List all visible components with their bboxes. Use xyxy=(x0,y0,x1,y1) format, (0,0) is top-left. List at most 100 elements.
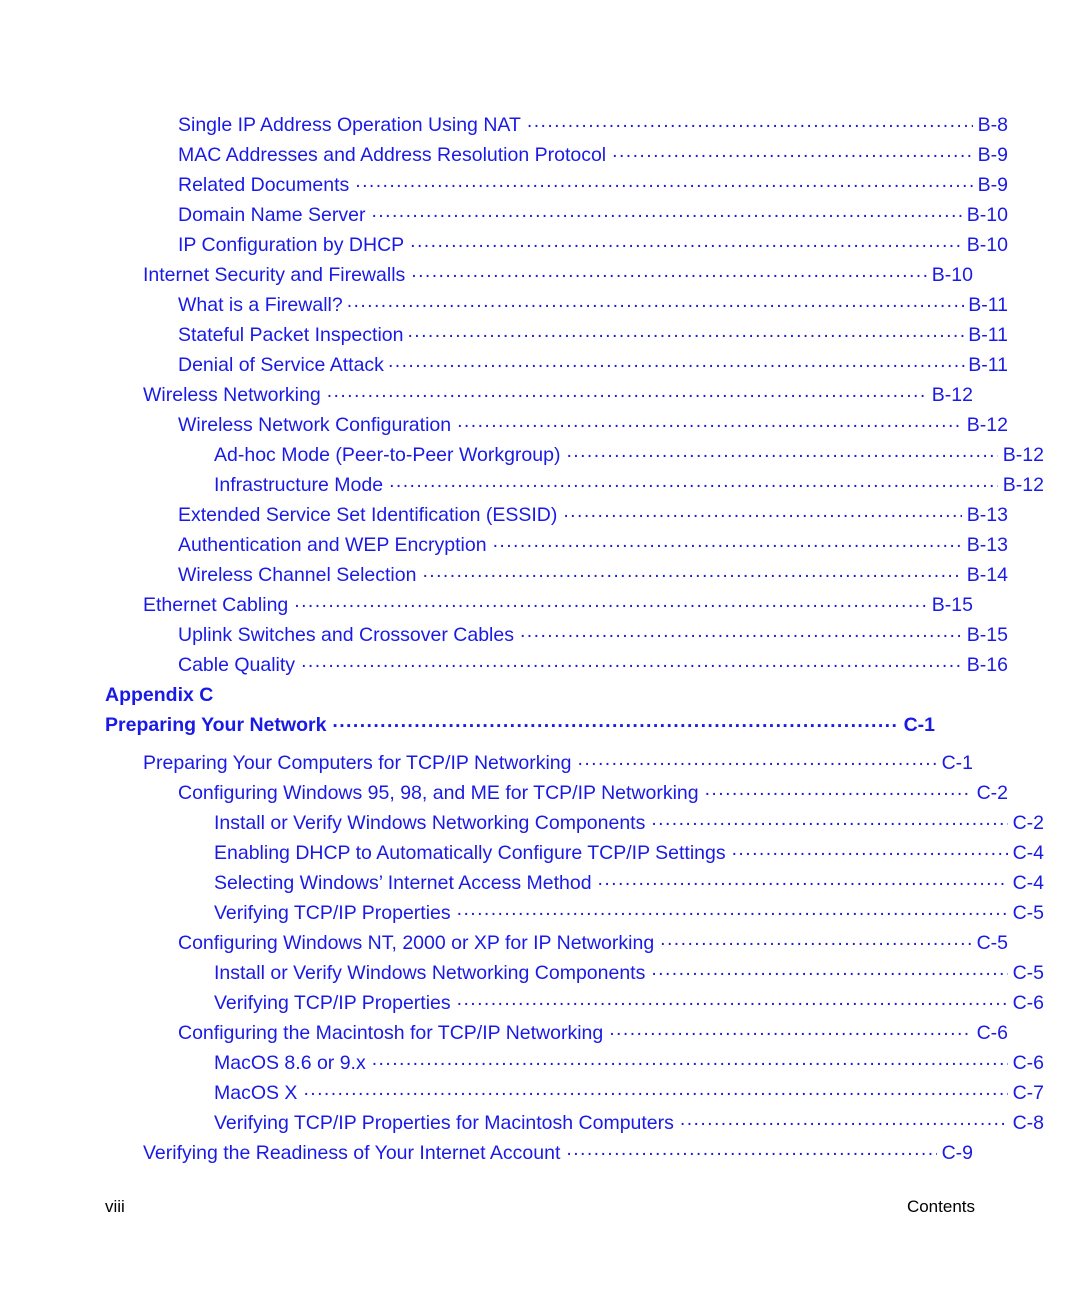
dot-leader xyxy=(422,562,961,582)
toc-entry-title: IP Configuration by DHCP xyxy=(178,234,405,256)
toc-entry-page-number: C-4 xyxy=(1012,872,1044,894)
toc-entry[interactable]: Ethernet Cabling B-15 xyxy=(105,590,973,620)
toc-entry-page-number: B-11 xyxy=(968,324,1008,346)
dot-leader xyxy=(372,1050,1008,1070)
toc-entry[interactable]: Verifying the Readiness of Your Internet… xyxy=(105,1138,973,1168)
toc-entry[interactable]: What is a Firewall? B-11 xyxy=(105,290,1008,320)
dot-leader xyxy=(680,1110,1008,1130)
toc-entry-title: Stateful Packet Inspection xyxy=(178,324,404,346)
toc-entry[interactable]: Configuring Windows 95, 98, and ME for T… xyxy=(105,778,1008,808)
toc-entry-title: Denial of Service Attack xyxy=(178,354,384,376)
toc-entry[interactable]: Preparing Your Computers for TCP/IP Netw… xyxy=(105,748,973,778)
toc-entry[interactable]: MacOS 8.6 or 9.x C-6 xyxy=(105,1048,1044,1078)
toc-entry[interactable]: Verifying TCP/IP Properties C-5 xyxy=(105,898,1044,928)
toc-entry-page-number: B-14 xyxy=(966,564,1008,586)
toc-entry[interactable]: Verifying TCP/IP Properties C-6 xyxy=(105,988,1044,1018)
toc-entry-title: Enabling DHCP to Automatically Configure… xyxy=(214,842,726,864)
toc-entry-page-number: B-10 xyxy=(966,204,1008,226)
toc-entry[interactable]: Single IP Address Operation Using NAT B-8 xyxy=(105,110,1008,140)
dot-leader xyxy=(389,472,998,492)
toc-entry-page-number: B-9 xyxy=(977,144,1008,166)
dot-leader xyxy=(527,112,973,132)
toc-entry-title: Domain Name Server xyxy=(178,204,366,226)
toc-entry-title: Verifying TCP/IP Properties xyxy=(214,902,451,924)
dot-leader xyxy=(294,592,927,612)
toc-entry-list-appendix-c: Preparing Your Computers for TCP/IP Netw… xyxy=(105,748,1044,1168)
toc-entry[interactable]: MacOS X C-7 xyxy=(105,1078,1044,1108)
toc-entry[interactable]: MAC Addresses and Address Resolution Pro… xyxy=(105,140,1008,170)
toc-entry-title: Configuring the Macintosh for TCP/IP Net… xyxy=(178,1022,604,1044)
dot-leader xyxy=(303,1080,1007,1100)
appendix-title-row[interactable]: Preparing Your Network C-1 xyxy=(105,710,935,740)
dot-leader xyxy=(457,900,1008,920)
toc-entry-title: Ad-hoc Mode (Peer-to-Peer Workgroup) xyxy=(214,444,561,466)
toc-entry-page-number: B-15 xyxy=(966,624,1008,646)
toc-entry[interactable]: Internet Security and Firewalls B-10 xyxy=(105,260,973,290)
dot-leader xyxy=(411,262,927,282)
toc-entry-title: Cable Quality xyxy=(178,654,296,676)
toc-entry[interactable]: Enabling DHCP to Automatically Configure… xyxy=(105,838,1044,868)
toc-entry-title: Wireless Channel Selection xyxy=(178,564,417,586)
toc-entry-page-number: B-12 xyxy=(966,414,1008,436)
dot-leader xyxy=(732,840,1008,860)
toc-entry[interactable]: Domain Name Server B-10 xyxy=(105,200,1008,230)
toc-entry[interactable]: Configuring Windows NT, 2000 or XP for I… xyxy=(105,928,1008,958)
toc-entry-page-number: C-6 xyxy=(976,1022,1008,1044)
toc-entry[interactable]: Stateful Packet Inspection B-11 xyxy=(105,320,1008,350)
toc-page: Single IP Address Operation Using NAT B-8… xyxy=(0,0,1080,1296)
toc-entry-page-number: C-9 xyxy=(941,1142,973,1164)
toc-entry[interactable]: Install or Verify Windows Networking Com… xyxy=(105,808,1044,838)
dot-leader xyxy=(332,712,898,732)
folio-page-number: viii xyxy=(105,1197,125,1216)
toc-entry-page-number: C-5 xyxy=(1012,902,1044,924)
toc-entry[interactable]: Denial of Service Attack B-11 xyxy=(105,350,1008,380)
toc-entry[interactable]: Selecting Windows’ Internet Access Metho… xyxy=(105,868,1044,898)
toc-entry[interactable]: Ad-hoc Mode (Peer-to-Peer Workgroup) B-12 xyxy=(105,440,1044,470)
toc-entry-title: Preparing Your Computers for TCP/IP Netw… xyxy=(143,752,572,774)
toc-entry[interactable]: Wireless Networking B-12 xyxy=(105,380,973,410)
appendix-label: Appendix C xyxy=(105,684,214,706)
toc-entry[interactable]: Cable Quality B-16 xyxy=(105,650,1008,680)
toc-entry-list-appendix-b: Single IP Address Operation Using NAT B-8… xyxy=(105,110,1044,680)
toc-entry[interactable]: Verifying TCP/IP Properties for Macintos… xyxy=(105,1108,1044,1138)
toc-entry-title: Verifying TCP/IP Properties xyxy=(214,992,451,1014)
dot-leader xyxy=(598,870,1008,890)
toc-entry[interactable]: Wireless Network Configuration B-12 xyxy=(105,410,1008,440)
toc-entry[interactable]: Infrastructure Mode B-12 xyxy=(105,470,1044,500)
dot-leader xyxy=(457,990,1008,1010)
dot-leader xyxy=(705,780,972,800)
toc-entry-title: Selecting Windows’ Internet Access Metho… xyxy=(214,872,592,894)
toc-entry-title: Install or Verify Windows Networking Com… xyxy=(214,812,646,834)
toc-entry-page-number: C-4 xyxy=(1012,842,1044,864)
toc-entry-title: MAC Addresses and Address Resolution Pro… xyxy=(178,144,607,166)
toc-entry-title: Extended Service Set Identification (ESS… xyxy=(178,504,558,526)
appendix-title: Preparing Your Network xyxy=(105,714,327,736)
toc-entry-page-number: B-16 xyxy=(966,654,1008,676)
toc-entry[interactable]: Extended Service Set Identification (ESS… xyxy=(105,500,1008,530)
table-of-contents: Single IP Address Operation Using NAT B-8… xyxy=(105,110,1044,1168)
dot-leader xyxy=(612,142,972,162)
toc-entry[interactable]: Authentication and WEP Encryption B-13 xyxy=(105,530,1008,560)
toc-entry[interactable]: IP Configuration by DHCP B-10 xyxy=(105,230,1008,260)
toc-entry[interactable]: Install or Verify Windows Networking Com… xyxy=(105,958,1044,988)
toc-entry-title: Install or Verify Windows Networking Com… xyxy=(214,962,646,984)
dot-leader xyxy=(388,352,968,372)
toc-entry-page-number: C-2 xyxy=(1012,812,1044,834)
toc-entry-title: Configuring Windows NT, 2000 or XP for I… xyxy=(178,932,655,954)
toc-entry-title: What is a Firewall? xyxy=(178,294,343,316)
toc-entry-title: Uplink Switches and Crossover Cables xyxy=(178,624,514,646)
toc-entry-page-number: C-7 xyxy=(1012,1082,1044,1104)
toc-entry-title: Verifying TCP/IP Properties for Macintos… xyxy=(214,1112,674,1134)
toc-entry[interactable]: Related Documents B-9 xyxy=(105,170,1008,200)
dot-leader xyxy=(355,172,972,192)
dot-leader xyxy=(651,810,1007,830)
toc-entry-title: MacOS 8.6 or 9.x xyxy=(214,1052,366,1074)
toc-entry[interactable]: Configuring the Macintosh for TCP/IP Net… xyxy=(105,1018,1008,1048)
toc-entry-page-number: B-10 xyxy=(931,264,973,286)
dot-leader xyxy=(457,412,962,432)
toc-entry[interactable]: Uplink Switches and Crossover Cables B-15 xyxy=(105,620,1008,650)
toc-entry[interactable]: Wireless Channel Selection B-14 xyxy=(105,560,1008,590)
toc-entry-page-number: C-5 xyxy=(976,932,1008,954)
toc-entry-page-number: C-1 xyxy=(941,752,973,774)
